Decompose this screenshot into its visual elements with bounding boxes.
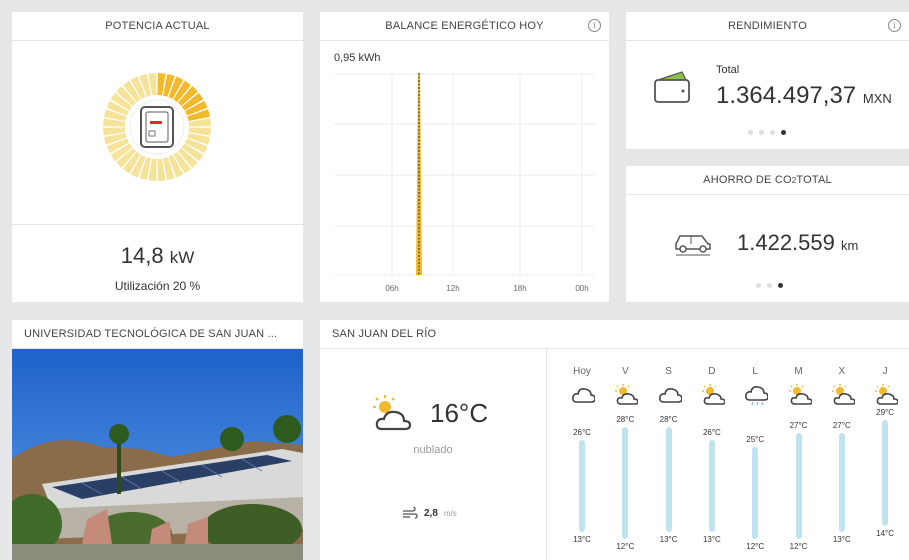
plant-card[interactable]: UNIVERSIDAD TECNOLÓGICA DE SAN JUAN ... [12,320,303,560]
x-tick-06h: 06h [385,284,398,293]
rendimiento-card[interactable]: RENDIMIENTO i Total 1.364.497,37 MXN [626,12,909,149]
cloud-icon [658,388,682,403]
forecast-day: Hoy 26°C 13°C [562,349,602,560]
y-max-label: 0,95 kWh [334,52,381,64]
forecast-high: 28°C [659,414,678,424]
forecast-temp-bar [622,426,629,539]
forecast-day: D 26°C 13°C [692,349,732,560]
forecast-low: 13°C [832,535,851,545]
forecast-day: X 27°C 13°C [822,349,862,560]
forecast-low: 13°C [702,535,721,545]
pager-dot[interactable] [767,283,772,288]
plant-title: UNIVERSIDAD TECNOLÓGICA DE SAN JUAN ... [12,320,303,349]
x-tick-18h: 18h [513,284,526,293]
forecast-low: 12°C [746,542,765,551]
forecast-temp-bar [882,420,889,526]
potencia-card[interactable]: POTENCIA ACTUAL 14,8 kW Utilización 20 % [12,12,303,302]
sun-cloud-icon [788,384,812,405]
pager-dot[interactable] [770,130,775,135]
forecast-day-name: S [665,366,672,377]
forecast-high: 25°C [746,434,765,444]
forecast-temp-bar [665,426,672,533]
x-tick-00h: 00h [575,284,588,293]
weather-card[interactable]: SAN JUAN DEL RÍO 16°C nublado 2,8 m/s Hoy… [320,320,909,560]
forecast-high: 27°C [789,421,808,431]
wallet-icon [654,71,690,103]
forecast-day: L 25°C 12°C [735,349,775,560]
sun-cloud-icon [875,384,899,405]
forecast-temp-bar [752,446,759,539]
utilization-label: Utilización 20 % [114,279,201,293]
balance-title: BALANCE ENERGÉTICO HOY i [320,12,609,41]
forecast-temp-bar [795,433,802,539]
forecast-day-name: D [708,366,716,377]
sun-cloud-icon [373,395,412,431]
forecast-day: J 29°C 14°C [865,349,905,560]
forecast-low: 12°C [616,542,635,551]
forecast-day: M 27°C 12°C [779,349,819,560]
info-icon[interactable]: i [888,19,901,32]
forecast-high: 29°C [876,408,895,417]
ahorro-value: 1.422.559 km [737,230,859,255]
total-label: Total [716,64,740,76]
pager-dot-active[interactable] [778,283,783,288]
pager-dots[interactable] [756,283,783,288]
sun-cloud-icon [701,384,725,405]
rain-cloud-icon [745,386,769,406]
forecast-day-name: V [621,366,629,377]
forecast-day-name: M [794,366,803,377]
x-tick-12h: 12h [446,284,459,293]
forecast-high: 26°C [573,428,591,438]
forecast-low: 14°C [876,528,895,538]
sun-cloud-icon [831,384,855,405]
pager-dot[interactable] [759,130,764,135]
energy-balance-chart: 06h 12h 18h 00h [334,73,595,293]
ahorro-title: AHORRO DE CO 2 TOTAL [626,166,909,195]
power-donut-gauge [12,41,303,223]
forecast-low: 13°C [659,535,678,545]
rendimiento-title: RENDIMIENTO i [626,12,909,41]
inverter-icon [140,106,174,148]
sun-cloud-icon [615,384,639,405]
forecast-low: 13°C [573,535,591,545]
current-temperature: 16°C [430,398,489,428]
forecast-day: V 28°C 12°C [605,349,645,560]
potencia-title: POTENCIA ACTUAL [12,12,303,41]
forecast-low: 12°C [789,542,808,551]
weather-location-title: SAN JUAN DEL RÍO [320,320,909,349]
forecast-temp-bar [838,433,845,533]
info-icon[interactable]: i [588,19,601,32]
car-icon [675,235,711,256]
forecast-day-name: J [882,366,888,377]
pager-dots[interactable] [748,130,786,135]
wind-icon [403,507,418,519]
forecast-day: S 28°C 13°C [649,349,689,560]
plant-photo [12,349,303,560]
current-weather: 16°C nublado 2,8 m/s [320,349,547,560]
forecast-temp-bar [708,440,715,533]
pager-dot[interactable] [756,283,761,288]
wind-speed: 2,8 m/s [402,507,457,519]
current-power-value: 14,8 kW [120,243,195,268]
rendimiento-value: 1.364.497,37 MXN [716,82,892,109]
forecast-day-name: X [838,366,846,377]
pager-dot[interactable] [748,130,753,135]
current-condition: nublado [413,444,453,456]
forecast-day-name: L [752,366,758,377]
balance-card[interactable]: BALANCE ENERGÉTICO HOY i 06h 12h 18h 00h… [320,12,609,302]
ahorro-co2-card[interactable]: AHORRO DE CO 2 TOTAL 1.422.559 km [626,166,909,302]
forecast-day-name: Hoy [573,366,591,377]
pager-dot-active[interactable] [781,130,786,135]
forecast-high: 27°C [832,421,851,431]
forecast-high: 28°C [616,414,635,424]
forecast-high: 26°C [702,428,721,438]
cloud-icon [572,388,595,403]
forecast-temp-bar [579,440,585,533]
